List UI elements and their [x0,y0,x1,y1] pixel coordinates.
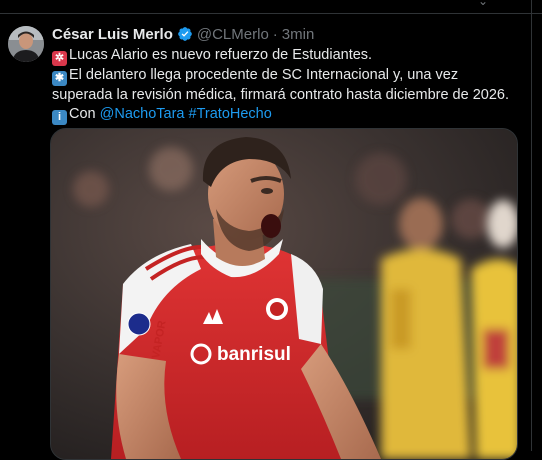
partial-share-icon[interactable]: ⌄ [478,0,488,8]
tweet-text: ✲ Lucas Alario es nuevo refuerzo de Estud… [52,46,522,125]
mention-link[interactable]: @NachoTara [100,106,185,122]
credit-prefix: Con [69,106,100,122]
tweet-line-1: ✲ Lucas Alario es nuevo refuerzo de Estud… [52,46,522,66]
info-emoji-icon: i [52,110,67,125]
previous-tweet-edge: ⌄ [0,0,542,14]
avatar[interactable] [8,26,44,62]
headline-text: Lucas Alario es nuevo refuerzo de Estudi… [69,47,373,63]
verified-badge-icon[interactable] [177,26,193,42]
tweet-line-2: ✱ El delantero llega procedente de SC Int… [52,66,522,105]
tweet-line-3: i Con @NachoTara #TratoHecho [52,105,522,125]
jersey-sponsor-text: banrisul [217,344,291,365]
author-handle[interactable]: @CLMerlo [197,26,269,43]
timeline-border [531,0,532,451]
timestamp[interactable]: 3min [282,26,315,43]
tweet-photo[interactable]: banrisul VAPOR [50,128,518,460]
detail-text: El delantero llega procedente de SC Inte… [52,67,509,103]
siren-emoji-icon: ✲ [52,51,67,66]
celebrating-player-photo: banrisul VAPOR [51,129,517,459]
asterisk-emoji-icon: ✱ [52,71,67,86]
author-name[interactable]: César Luis Merlo [52,26,173,43]
separator-dot: · [272,25,278,43]
hashtag-link[interactable]: #TratoHecho [189,106,272,122]
